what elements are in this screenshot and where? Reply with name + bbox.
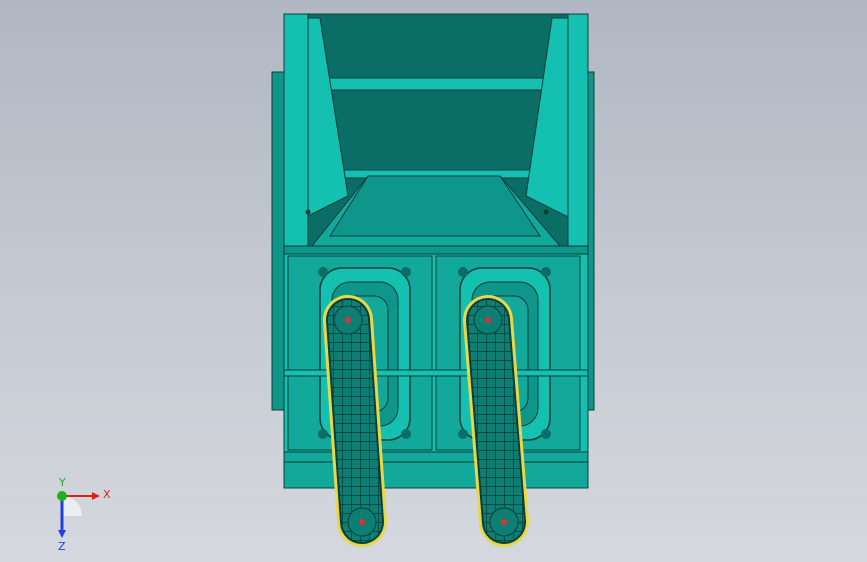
- track-left[interactable]: [323, 295, 387, 547]
- hopper[interactable]: [283, 13, 589, 255]
- machine-model[interactable]: [0, 0, 867, 562]
- x-axis-label: X: [103, 488, 111, 501]
- track-right[interactable]: [463, 295, 529, 547]
- y-axis-dot: [57, 491, 67, 501]
- z-axis-label: Z: [58, 540, 66, 553]
- axle-marker: [501, 519, 507, 525]
- y-axis-label: Y: [58, 478, 66, 489]
- axle-marker: [345, 317, 351, 323]
- axle-marker: [485, 317, 491, 323]
- coordinate-triad: X Y Z: [57, 478, 111, 553]
- cad-viewport[interactable]: X Y Z: [0, 0, 867, 562]
- axle-marker: [359, 519, 365, 525]
